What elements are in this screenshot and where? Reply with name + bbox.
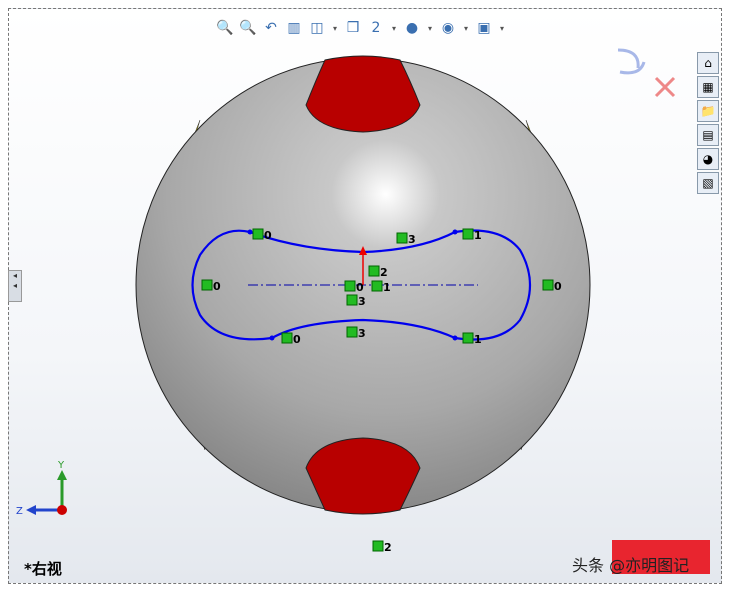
sketch-point[interactable]	[247, 229, 253, 235]
design-library-icon[interactable]: ▦	[697, 76, 719, 98]
relation-label: 0	[213, 280, 221, 293]
relation-icon[interactable]	[252, 228, 264, 240]
sketch-point[interactable]	[452, 229, 458, 235]
file-explorer-icon[interactable]: 📁	[697, 100, 719, 122]
view-orientation-label: *右视	[24, 560, 62, 578]
relation-icon[interactable]	[371, 280, 383, 292]
relation-icon[interactable]	[462, 228, 474, 240]
previous-view-icon[interactable]: ↶	[262, 19, 280, 37]
relation-label: 0	[293, 333, 301, 346]
relation-icon[interactable]	[542, 279, 554, 291]
zoom-to-fit-icon[interactable]: 🔍	[216, 19, 234, 37]
view-settings-icon[interactable]: ▣	[475, 19, 493, 37]
view-orientation-icon[interactable]: ◫	[308, 19, 326, 37]
relation-label: 3	[408, 233, 416, 246]
relation-icon[interactable]	[396, 232, 408, 244]
dropdown-arrow-icon[interactable]: ▾	[462, 24, 470, 33]
custom-properties-icon[interactable]: ▧	[697, 172, 719, 194]
relation-label: 2	[380, 266, 388, 279]
relation-label: 1	[474, 229, 482, 242]
relation-icon[interactable]	[372, 540, 384, 552]
red-patch-bottom[interactable]	[305, 437, 421, 515]
relation-icon[interactable]	[281, 332, 293, 344]
dropdown-arrow-icon[interactable]: ▾	[426, 24, 434, 33]
relation-label: 3	[358, 295, 366, 308]
scene-icon[interactable]: ◉	[439, 19, 457, 37]
relation-icon[interactable]	[344, 280, 356, 292]
model-viewport[interactable]: 0 1320 130 030 12 Y Z	[0, 0, 729, 590]
watermark-text: 头条 @亦明图记	[572, 556, 690, 575]
relation-label: 1	[383, 281, 391, 294]
relation-label: 3	[358, 327, 366, 340]
relation-icon[interactable]	[462, 332, 474, 344]
zoom-to-area-icon[interactable]: 🔍	[239, 19, 257, 37]
appearances-icon[interactable]: ◕	[697, 148, 719, 170]
dropdown-arrow-icon[interactable]: ▾	[331, 24, 339, 33]
view-palette-icon[interactable]: ▤	[697, 124, 719, 146]
dropdown-arrow-icon[interactable]: ▾	[390, 24, 398, 33]
relation-label: 0	[554, 280, 562, 293]
relation-icon[interactable]	[201, 279, 213, 291]
appearance-icon[interactable]: ●	[403, 19, 421, 37]
sketch-point[interactable]	[452, 335, 458, 341]
triad-y-label: Y	[57, 460, 65, 471]
relation-label: 0	[356, 281, 364, 294]
heads-up-view-toolbar: 🔍 🔍 ↶ ▥ ◫ ▾ ❒ 2 ▾ ● ▾ ◉ ▾ ▣ ▾	[216, 16, 506, 40]
red-patch-top[interactable]	[305, 55, 421, 133]
rebuild-icon[interactable]	[617, 48, 646, 75]
relation-icon[interactable]	[346, 294, 358, 306]
task-pane-tabs: ⌂ ▦ 📁 ▤ ◕ ▧	[697, 52, 719, 194]
delete-icon[interactable]	[654, 76, 676, 98]
relation-label: 2	[384, 541, 392, 554]
coordinate-triad: Y Z	[16, 460, 67, 517]
dropdown-arrow-icon[interactable]: ▾	[498, 24, 506, 33]
relation-label: 1	[474, 333, 482, 346]
relation-icon[interactable]	[368, 265, 380, 277]
display-style-icon[interactable]: ❒	[344, 19, 362, 37]
section-view-icon[interactable]: ▥	[285, 19, 303, 37]
home-icon[interactable]: ⌂	[697, 52, 719, 74]
triad-z-label: Z	[16, 506, 23, 517]
view-relations-icon[interactable]: 2	[367, 19, 385, 37]
sketch-point[interactable]	[269, 335, 275, 341]
relation-label: 0	[264, 229, 272, 242]
feature-manager-toggle[interactable]: ◂ ◂	[8, 270, 22, 302]
relation-icon[interactable]	[346, 326, 358, 338]
